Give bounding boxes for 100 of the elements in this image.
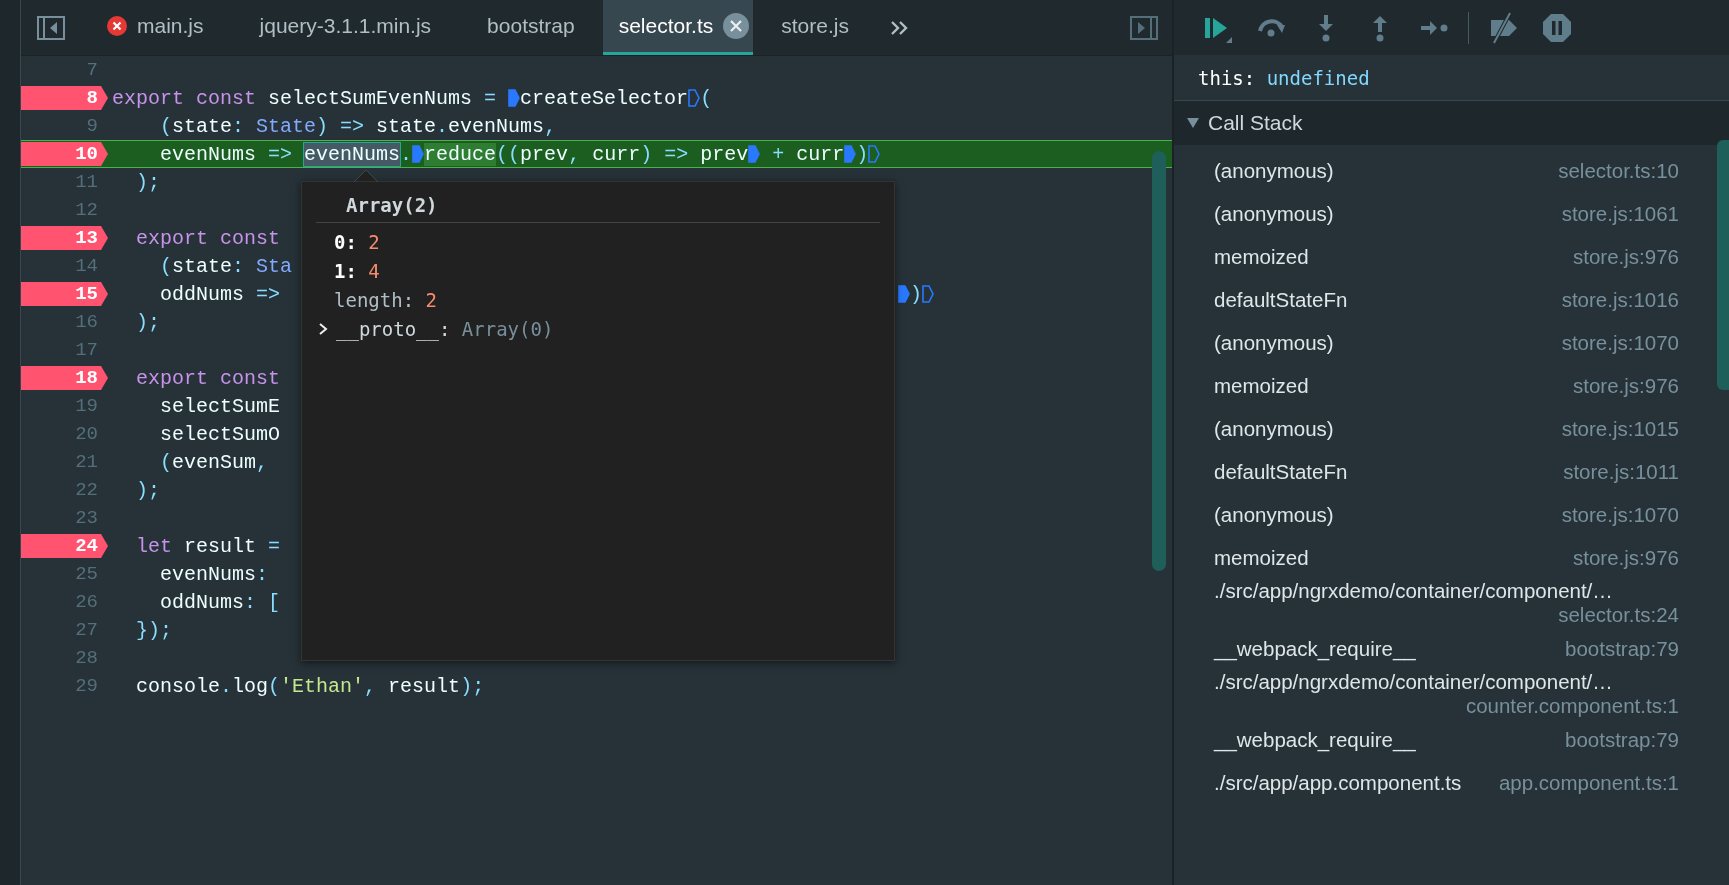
file-tab[interactable]: jquery-3.1.1.min.js <box>231 0 460 55</box>
frame-name: memoized <box>1214 244 1309 269</box>
line-number[interactable]: 14 <box>21 254 108 278</box>
inline-breakpoint-icon[interactable] <box>922 285 934 303</box>
line-number[interactable]: 16 <box>21 310 108 334</box>
close-icon[interactable] <box>723 13 750 39</box>
frame-location: store.js:976 <box>1573 244 1679 269</box>
line-number[interactable]: 19 <box>21 394 108 418</box>
scrollbar[interactable] <box>1717 140 1729 390</box>
stack-frame[interactable]: __webpack_require__ bootstrap:79 <box>1214 718 1679 761</box>
frame-location: counter.component.ts:1 <box>1465 694 1679 718</box>
inline-breakpoint-icon[interactable] <box>868 145 881 163</box>
line-number[interactable]: 26 <box>21 590 108 614</box>
error-icon <box>107 16 127 36</box>
line-number[interactable]: 10 <box>21 142 108 166</box>
frame-name: (anonymous) <box>1214 416 1334 441</box>
line-number[interactable]: 24 <box>21 534 108 558</box>
code-token: evenSum <box>172 450 257 474</box>
code-token: export const <box>112 86 257 110</box>
line-number[interactable]: 7 <box>21 58 108 82</box>
stack-frame[interactable]: defaultStateFn store.js:1011 <box>1214 450 1679 493</box>
code-token: (( <box>496 142 521 166</box>
inline-breakpoint-icon[interactable] <box>748 145 761 163</box>
code-token: prev <box>700 142 749 166</box>
code-token: export const <box>135 366 281 390</box>
code-token: ) => <box>640 142 690 166</box>
file-tab[interactable]: selector.ts <box>602 0 754 55</box>
line-number[interactable]: 25 <box>21 562 108 586</box>
line-number[interactable]: 20 <box>21 422 108 446</box>
frame-name: __webpack_require__ <box>1214 727 1416 752</box>
caret-icon[interactable] <box>318 321 330 336</box>
inline-breakpoint-icon[interactable] <box>508 89 521 107</box>
code-token: result <box>388 674 461 698</box>
frame-location: store.js:976 <box>1573 545 1679 570</box>
stack-frame[interactable]: (anonymous) store.js:1015 <box>1214 407 1679 450</box>
call-stack-header[interactable]: Call Stack <box>1174 101 1729 145</box>
code-token: curr <box>592 142 641 166</box>
stack-frame[interactable]: memoized store.js:976 <box>1214 235 1679 278</box>
code-token: = <box>268 534 281 558</box>
property-value: Array(0) <box>461 317 554 340</box>
stack-frame[interactable]: ./src/app/ngrxdemo/container/component/… selector.ts:24 <box>1214 579 1679 627</box>
line-number[interactable]: 21 <box>21 450 108 474</box>
stack-frame[interactable]: defaultStateFn store.js:1016 <box>1214 278 1679 321</box>
property-key: length: <box>334 288 415 311</box>
code-token: + <box>771 142 786 166</box>
line-number[interactable]: 8 <box>21 86 108 110</box>
line-number[interactable]: 27 <box>21 618 108 642</box>
stack-frame[interactable]: (anonymous) selector.ts:10 <box>1214 149 1679 192</box>
file-tab[interactable]: store.js <box>753 0 877 55</box>
line-number[interactable]: 29 <box>21 674 108 698</box>
frame-name: defaultStateFn <box>1214 459 1348 484</box>
line-number[interactable]: 17 <box>21 338 108 362</box>
code-token: ( <box>700 86 713 110</box>
line-number[interactable]: 18 <box>21 366 108 390</box>
line-number[interactable]: 28 <box>21 646 108 670</box>
code-token: => <box>268 142 294 166</box>
file-tab[interactable]: bootstrap <box>459 0 603 55</box>
property-key: 1: <box>334 259 357 282</box>
frame-location: store.js:1070 <box>1561 502 1679 527</box>
toggle-debugger-icon[interactable] <box>1130 15 1158 40</box>
inline-breakpoint-icon[interactable] <box>688 89 701 107</box>
frame-location: store.js:1061 <box>1561 201 1679 226</box>
property-value: 4 <box>368 259 380 282</box>
frame-name: memoized <box>1214 373 1309 398</box>
frame-location: store.js:1015 <box>1561 416 1679 441</box>
code-token: oddNums <box>159 590 245 614</box>
line-number[interactable]: 22 <box>21 478 108 502</box>
code-token: Sta <box>256 254 293 278</box>
code-token: ) <box>910 282 922 306</box>
line-number[interactable]: 15 <box>21 282 108 306</box>
line-number[interactable]: 13 <box>21 226 108 250</box>
frame-location: selector.ts:10 <box>1558 158 1679 183</box>
frame-name: (anonymous) <box>1214 330 1334 355</box>
code-token: State <box>256 114 317 138</box>
frame-name: ./src/app/ngrxdemo/container/component/… <box>1214 670 1613 694</box>
inline-breakpoint-icon[interactable] <box>898 285 910 303</box>
inline-breakpoint-icon[interactable] <box>844 145 857 163</box>
line-number[interactable]: 9 <box>21 114 108 138</box>
scrollbar[interactable] <box>1152 151 1166 571</box>
stack-frame[interactable]: (anonymous) store.js:1061 <box>1214 192 1679 235</box>
stack-frame[interactable]: __webpack_require__ bootstrap:79 <box>1214 627 1679 670</box>
line-number[interactable]: 23 <box>21 506 108 530</box>
line-number[interactable]: 12 <box>21 198 108 222</box>
code-token: state <box>172 114 233 138</box>
code-token: , <box>544 114 557 138</box>
code-token: selectSumE <box>159 394 281 418</box>
stack-frame[interactable]: ./src/app/ngrxdemo/container/component/… counter.component.ts:1 <box>1214 670 1679 718</box>
file-tab[interactable]: main.js <box>79 0 232 55</box>
code-token: ) => <box>316 114 366 138</box>
stack-frame[interactable]: memoized store.js:976 <box>1214 536 1679 579</box>
code-token: reduce <box>424 142 497 166</box>
code-token: , <box>256 450 269 474</box>
stack-frame[interactable]: (anonymous) store.js:1070 <box>1214 493 1679 536</box>
frame-location: bootstrap:79 <box>1565 727 1679 752</box>
toggle-navigator-icon[interactable] <box>37 15 65 40</box>
line-number[interactable]: 11 <box>21 170 108 194</box>
stack-frame[interactable]: memoized store.js:976 <box>1214 364 1679 407</box>
code-token: state <box>376 114 437 138</box>
stack-frame[interactable]: ./src/app/app.component.ts app.component.ts:1 <box>1214 761 1679 804</box>
stack-frame[interactable]: (anonymous) store.js:1070 <box>1214 321 1679 364</box>
